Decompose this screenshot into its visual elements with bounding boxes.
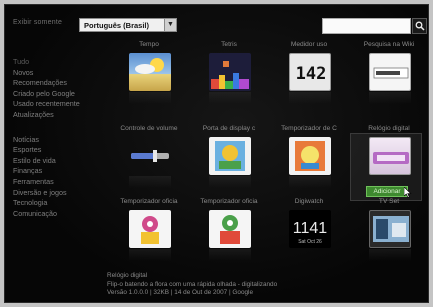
thumb-reflection	[209, 249, 251, 261]
search-input[interactable]	[322, 18, 411, 34]
gadget-tile[interactable]: Temporizador oficia	[190, 198, 268, 266]
meter-icon: 142	[289, 53, 331, 91]
gadget-tile[interactable]: Relógio digital	[350, 125, 428, 193]
gadget-tile[interactable]: Pesquisa na Wiki	[350, 41, 428, 109]
thumb-reflection	[209, 176, 251, 188]
sidebar-item-communication[interactable]: Comunicação	[13, 209, 105, 220]
thumb-reflection	[369, 249, 411, 261]
sidebar-item-sports[interactable]: Esportes	[13, 145, 105, 156]
timer-icon	[289, 137, 331, 175]
thumb-reflection	[129, 92, 171, 104]
language-filter-label: Exibir somente	[13, 19, 63, 26]
digiwatch-time: 1141	[292, 220, 328, 237]
gadget-title: Temporizador oficia	[120, 198, 178, 205]
description-title: Relógio digital	[107, 272, 148, 279]
add-button[interactable]: Adicionar	[366, 186, 408, 197]
sidebar-item-technology[interactable]: Tecnologia	[13, 198, 105, 209]
screenshot-frame: Exibir somente Português (Brasil) ▼ Tudo…	[0, 0, 433, 307]
digiwatch-icon: 1141 Sat Oct 26	[289, 210, 331, 248]
timer2-icon	[129, 210, 171, 248]
thumb-reflection	[369, 92, 411, 104]
sidebar-item-all[interactable]: Tudo	[13, 57, 105, 68]
mouse-cursor-icon	[404, 187, 412, 198]
sidebar-item-recommendations[interactable]: Recomendações	[13, 78, 105, 89]
sidebar-item-tools[interactable]: Ferramentas	[13, 177, 105, 188]
tv-icon	[369, 210, 411, 248]
language-select[interactable]: Português (Brasil) ▼	[79, 18, 177, 32]
gadget-title: Tetris	[221, 41, 237, 48]
thumb-reflection	[289, 92, 331, 104]
gadget-tile[interactable]: Temporizador de C	[270, 125, 348, 193]
gadget-tile[interactable]: TV Set	[350, 198, 428, 266]
gadget-title: Temporizador oficia	[200, 198, 258, 205]
category-sidebar: Tudo Novos Recomendações Criado pelo Goo…	[13, 57, 105, 219]
sidebar-item-new[interactable]: Novos	[13, 68, 105, 79]
gadget-title: Controle de volume	[120, 125, 178, 132]
weather-icon	[129, 53, 171, 91]
gadget-tile[interactable]: Tempo	[110, 41, 188, 109]
gadget-title: Pesquisa na Wiki	[363, 41, 415, 48]
gadget-title: Temporizador de C	[281, 125, 337, 132]
thumb-reflection	[129, 249, 171, 261]
gadget-title: Porta de display c	[202, 125, 256, 132]
thumb-reflection	[129, 176, 171, 188]
gadget-tile[interactable]: Porta de display c	[190, 125, 268, 193]
gadget-title: TV Set	[378, 198, 400, 205]
chevron-down-icon[interactable]: ▼	[164, 19, 176, 31]
gadget-tile[interactable]: Controle de volume	[110, 125, 188, 193]
thumb-reflection	[209, 92, 251, 104]
sidebar-item-fun-games[interactable]: Diversão e jogos	[13, 188, 105, 199]
sidebar-item-news[interactable]: Notícias	[13, 135, 105, 146]
gadget-tile[interactable]: Digiwatch 1141 Sat Oct 26	[270, 198, 348, 266]
top-bar: Exibir somente Português (Brasil) ▼	[5, 5, 428, 41]
sidebar-item-lifestyle[interactable]: Estilo de vida	[13, 156, 105, 167]
gadget-title: Relógio digital	[368, 125, 410, 132]
meter-digits: 142	[295, 64, 327, 84]
wiki-icon	[369, 53, 411, 91]
sidebar-item-recently-used[interactable]: Usado recentemente	[13, 99, 105, 110]
gadget-tile[interactable]: Tetris	[190, 41, 268, 109]
display-icon	[209, 137, 251, 175]
gadget-gallery-panel: Exibir somente Português (Brasil) ▼ Tudo…	[4, 4, 429, 303]
digiwatch-date: Sat Oct 26	[298, 239, 322, 245]
description-text: Flip-o batendo a flora com uma rápida ol…	[107, 280, 278, 288]
tetris-icon	[209, 53, 251, 91]
sidebar-item-updates[interactable]: Atualizações	[13, 110, 105, 121]
gadget-title: Digiwatch	[294, 198, 324, 205]
sidebar-item-finance[interactable]: Finanças	[13, 166, 105, 177]
gadget-title: Medidor uso	[290, 41, 328, 48]
gadget-tile[interactable]: Temporizador oficia	[110, 198, 188, 266]
digital-clock-icon	[369, 137, 411, 175]
sidebar-item-by-google[interactable]: Criado pelo Google	[13, 89, 105, 100]
description-version: Versão 1.0.0.0 | 32KB | 14 de Out de 200…	[107, 289, 254, 297]
language-select-value: Português (Brasil)	[84, 21, 150, 30]
gadget-description: Relógio digital Flip-o batendo a flora c…	[107, 272, 407, 298]
thumb-reflection	[289, 176, 331, 188]
search-button[interactable]	[412, 18, 427, 34]
gadget-tile[interactable]: Medidor uso 142	[270, 41, 348, 109]
volume-icon	[129, 137, 171, 175]
timer3-icon	[209, 210, 251, 248]
search-icon	[415, 21, 425, 31]
gadget-title: Tempo	[139, 41, 159, 48]
